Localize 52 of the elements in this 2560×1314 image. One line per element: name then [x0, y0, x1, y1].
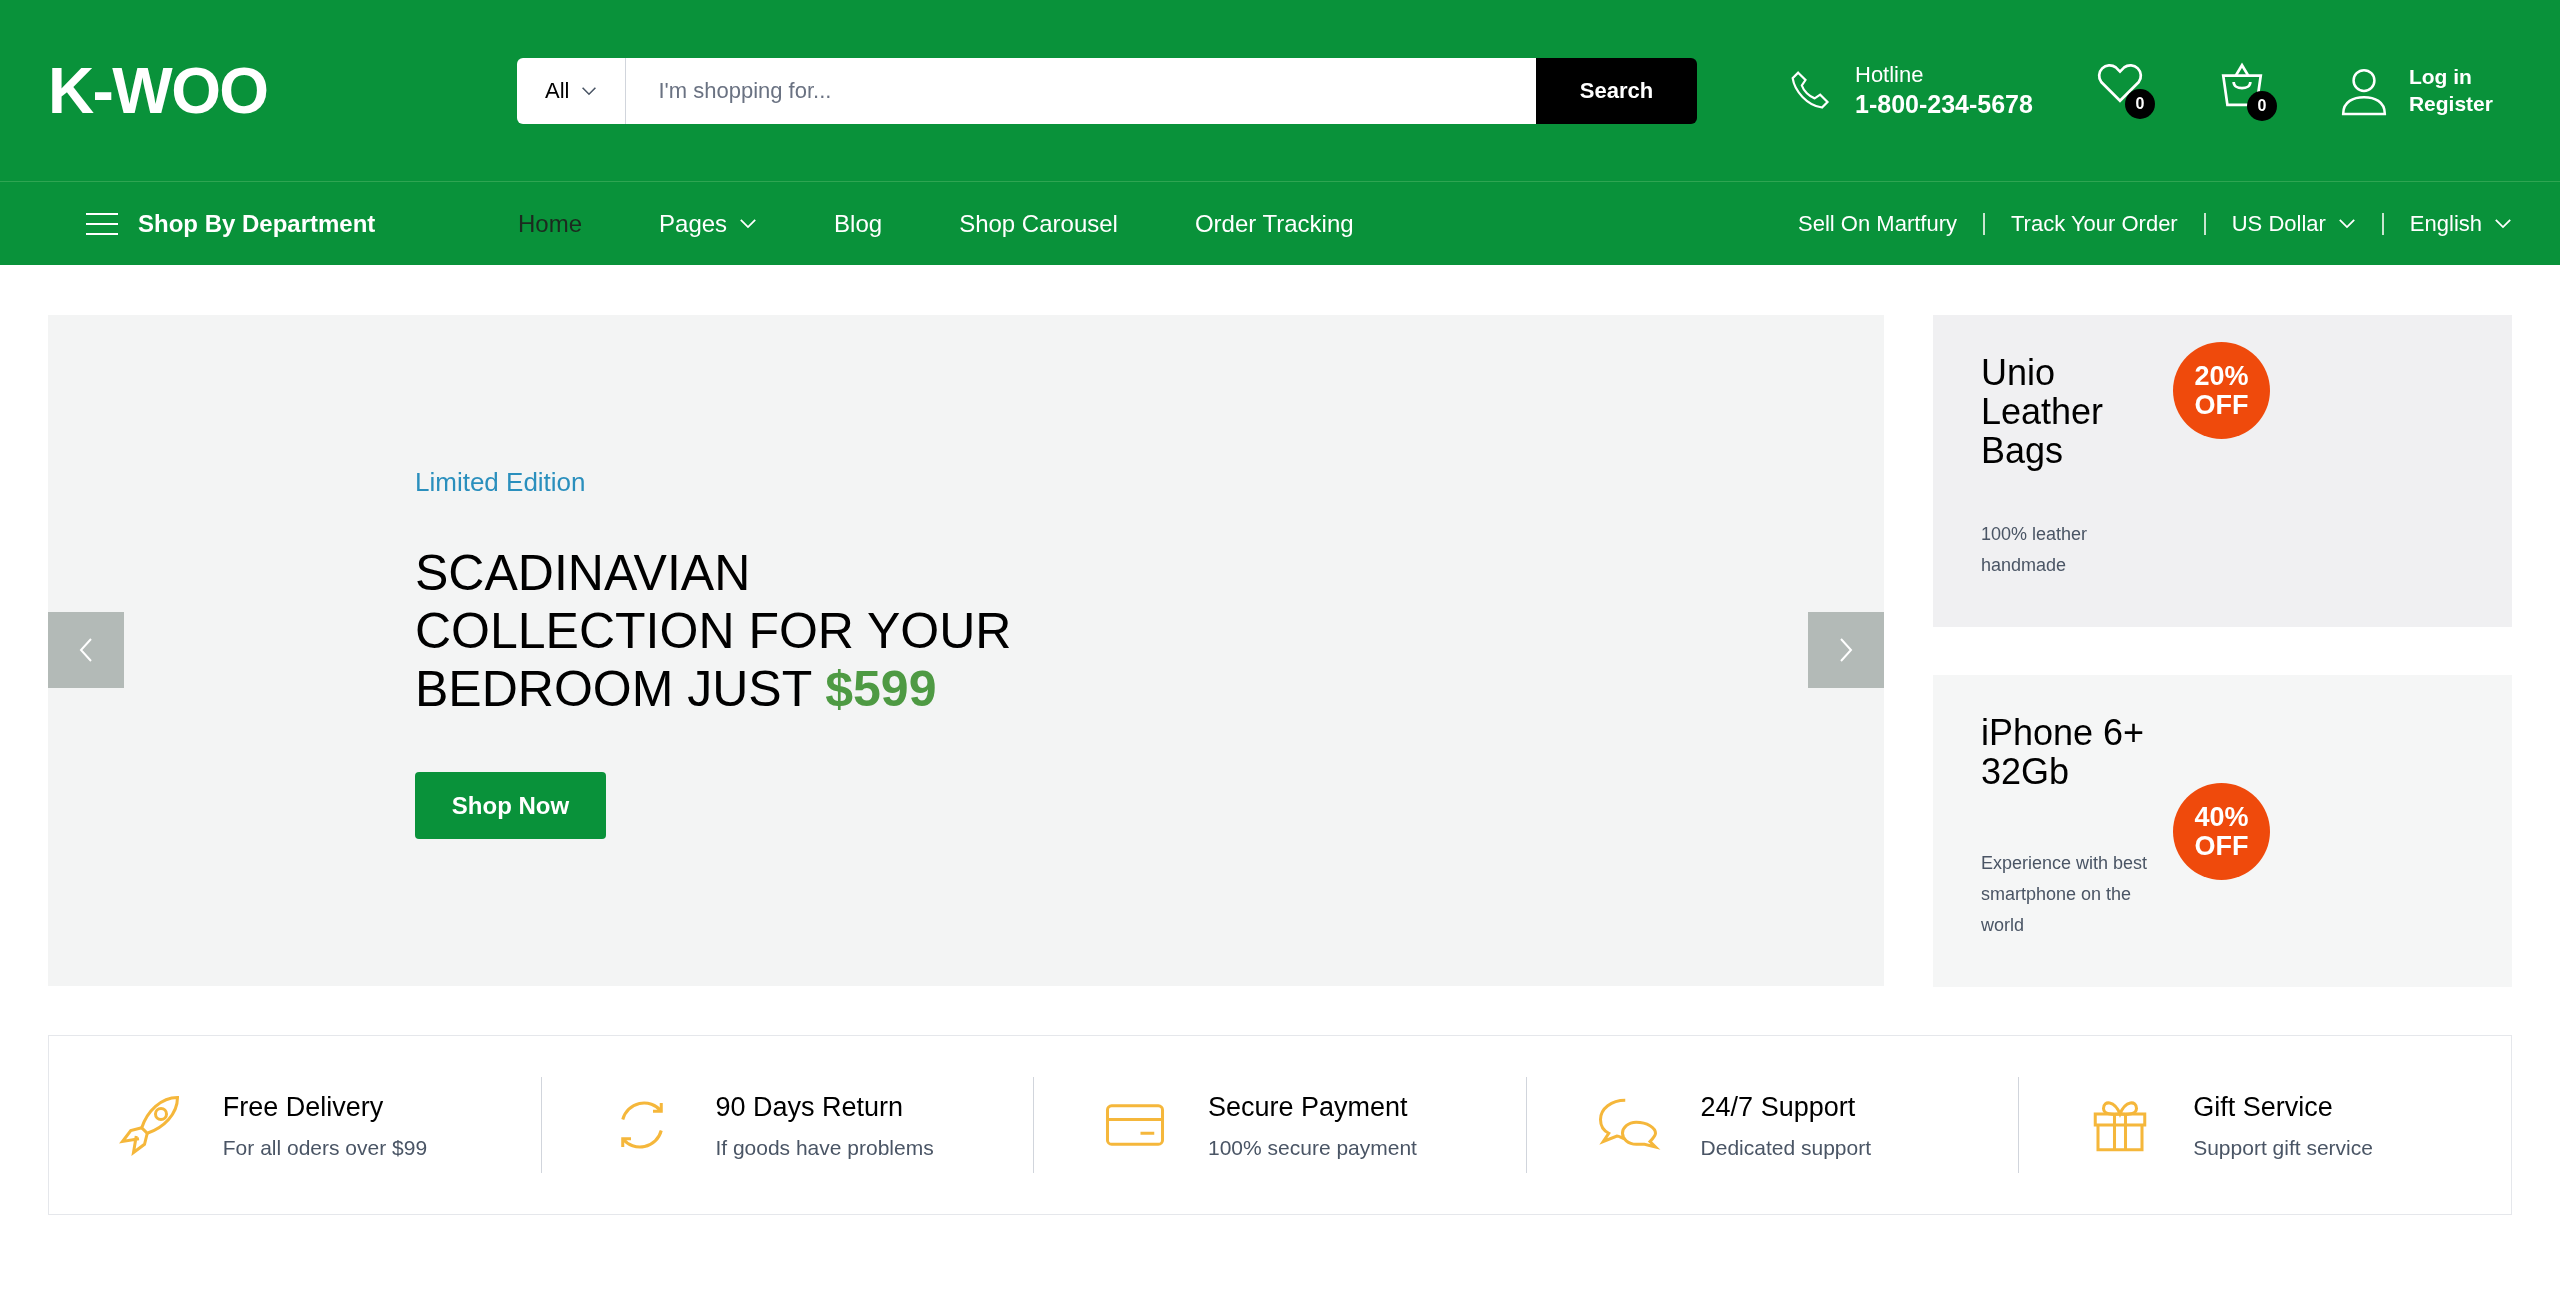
wishlist-count: 0: [2124, 88, 2155, 119]
chevron-down-icon: [739, 218, 758, 229]
category-dropdown[interactable]: All: [517, 57, 627, 124]
feature-subtitle: For all oders over $99: [222, 1134, 429, 1161]
top-link[interactable]: English: [2409, 207, 2512, 240]
discount-badge: 40% OFF: [2173, 783, 2270, 880]
department-menu[interactable]: Shop By Department: [138, 205, 376, 242]
hero-title: SCADINAVIAN COLLECTION FOR YOUR BEDROOM JUST $599: [415, 544, 1013, 718]
discount-badge: 20% OFF: [2173, 342, 2270, 439]
nav-link[interactable]: Order Tracking: [1194, 205, 1354, 242]
logo[interactable]: K-WOO: [48, 58, 517, 123]
feature-title: 90 Days Return: [715, 1091, 904, 1124]
feature-subtitle: Dedicated support: [1700, 1134, 1873, 1161]
feature-title: Secure Payment: [1208, 1091, 1409, 1124]
feature-title: Gift Service: [2193, 1091, 2334, 1124]
cart-count: 0: [2246, 90, 2277, 121]
nav-link[interactable]: Blog: [834, 205, 883, 242]
search-field[interactable]: I'm shopping for...: [626, 57, 1536, 124]
nav-link[interactable]: Home: [518, 205, 583, 242]
cart-button[interactable]: 0: [2216, 58, 2279, 123]
chevron-right-icon: [1839, 637, 1853, 663]
chevron-left-icon: [79, 637, 93, 663]
promo-card[interactable]: iPhone 6+ 32Gb Experience with best smartphone on the world 40% OFF: [1933, 675, 2512, 987]
chevron-down-icon: [581, 85, 598, 96]
feature-title: Free Delivery: [222, 1091, 385, 1124]
account-link[interactable]: Log in: [2408, 64, 2493, 91]
top-link[interactable]: Sell On Martfury: [1798, 207, 1957, 240]
wishlist-button[interactable]: 0: [2094, 58, 2157, 123]
promo-description: 100% leather handmade: [1981, 523, 2089, 577]
promo-title: iPhone 6+ 32Gb: [1981, 713, 2146, 791]
feature-subtitle: 100% secure payment: [1208, 1134, 1418, 1161]
search-button[interactable]: Search: [1536, 57, 1697, 124]
hero-eyebrow: Limited Edition: [415, 466, 587, 499]
chevron-down-icon: [2337, 218, 2356, 229]
top-link[interactable]: Track Your Order: [2011, 207, 2178, 240]
prev-arrow-button[interactable]: [48, 612, 124, 688]
nav-link[interactable]: Shop Carousel: [959, 205, 1118, 242]
hotline-number: 1-800-234-5678: [1855, 88, 2033, 120]
shop-now-button[interactable]: Shop Now: [415, 772, 606, 839]
feature-subtitle: If goods have problems: [715, 1134, 935, 1161]
nav-link[interactable]: Pages: [659, 205, 758, 242]
promo-title: Unio Leather Bags: [1981, 353, 2105, 470]
menu-icon[interactable]: [86, 211, 118, 236]
chevron-down-icon: [2494, 218, 2512, 229]
next-arrow-button[interactable]: [1808, 612, 1884, 688]
feature-subtitle: Support gift service: [2193, 1134, 2374, 1161]
account-link[interactable]: Register: [2408, 90, 2493, 117]
top-link[interactable]: US Dollar: [2231, 207, 2356, 240]
hotline-label: Hotline: [1855, 61, 1925, 89]
promo-card[interactable]: Unio Leather Bags 100% leather handmade 20% OFF: [1933, 315, 2512, 627]
promo-description: Experience with best smartphone on the world: [1981, 852, 2149, 937]
feature-title: 24/7 Support: [1700, 1091, 1857, 1124]
